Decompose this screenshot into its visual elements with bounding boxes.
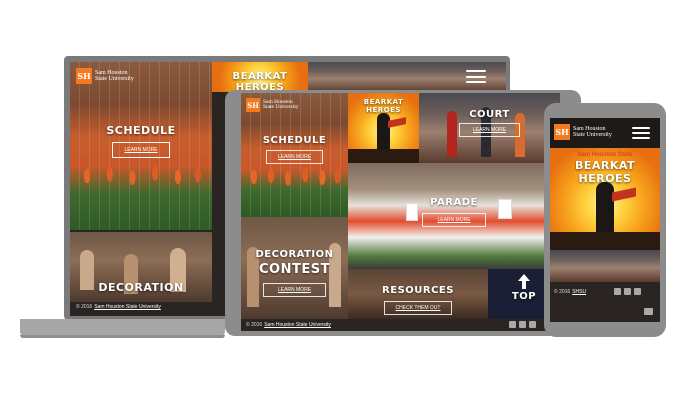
laptop-base-shadow bbox=[20, 335, 225, 338]
tablet-logo-mark: SH bbox=[246, 98, 260, 112]
tablet-tile-court[interactable]: COURT LEARN MORE bbox=[419, 93, 560, 163]
tablet-parade-label: PARADE bbox=[430, 197, 478, 208]
phone-menu-icon[interactable] bbox=[632, 127, 650, 139]
tablet-resources-link[interactable]: CHECK THEM OUT bbox=[396, 305, 441, 311]
tablet-copyright: © 2016 bbox=[246, 322, 263, 328]
tablet-court-label: COURT bbox=[469, 109, 510, 120]
arrow-up-icon bbox=[518, 274, 530, 281]
laptop-footer: © 2016 Sam Houston State University bbox=[76, 302, 161, 312]
tablet-tile-bearkat-heroes[interactable]: BEARKAT HEROES bbox=[348, 93, 419, 163]
laptop-logo-text: Sam Houston State University bbox=[95, 70, 134, 82]
tablet-decoration-link[interactable]: LEARN MORE bbox=[278, 287, 311, 293]
tablet-tile-decoration-contest[interactable]: DECORATION CONTEST LEARN MORE bbox=[241, 217, 348, 319]
city-skyline bbox=[550, 232, 660, 250]
laptop-tile-decoration[interactable]: DECORATION bbox=[70, 232, 212, 302]
tablet-logo[interactable]: SH Sam Houston State University bbox=[246, 98, 299, 112]
tablet-footer-link[interactable]: Sam Houston State University bbox=[264, 322, 331, 328]
tablet-social-links bbox=[509, 321, 536, 328]
logo-line2: State University bbox=[95, 76, 134, 82]
instagram-icon[interactable] bbox=[519, 321, 526, 328]
logo-line2: State University bbox=[573, 132, 612, 138]
phone-social-links bbox=[614, 288, 641, 295]
laptop-copyright: © 2016 bbox=[76, 304, 93, 310]
phone-banner-kicker: Sam Houston State bbox=[577, 152, 633, 158]
twitter-icon[interactable] bbox=[529, 321, 536, 328]
twitter-icon[interactable] bbox=[634, 288, 641, 295]
phone-hero-banner[interactable]: Sam Houston State BEARKAT HEROES bbox=[550, 148, 660, 250]
phone-footer: © 2016 SHSU bbox=[554, 288, 586, 296]
tablet-schedule-link[interactable]: LEARN MORE bbox=[278, 154, 311, 160]
tablet-decoration-label-1: DECORATION bbox=[255, 249, 334, 260]
instagram-icon[interactable] bbox=[624, 288, 631, 295]
tablet-tile-parade[interactable]: PARADE LEARN MORE bbox=[348, 163, 560, 269]
laptop-menu-icon[interactable] bbox=[466, 70, 486, 83]
tablet-resources-label: RESOURCES bbox=[382, 285, 454, 296]
phone-screen: SH Sam Houston State University Sam Hous… bbox=[550, 118, 660, 322]
tablet-screen: SCHEDULE LEARN MORE BEARKAT HEROES COURT… bbox=[241, 93, 560, 331]
tablet-court-link[interactable]: LEARN MORE bbox=[473, 127, 506, 133]
laptop-learn-more-link[interactable]: LEARN MORE bbox=[124, 147, 157, 153]
tablet-decoration-label-2: CONTEST bbox=[259, 262, 330, 277]
laptop-tile-bearkat-heroes[interactable]: BEARKAT HEROES bbox=[212, 62, 308, 92]
tablet-schedule-label: SCHEDULE bbox=[262, 135, 327, 146]
laptop-logo[interactable]: SH Sam Houston State University bbox=[76, 68, 134, 84]
facebook-icon[interactable] bbox=[509, 321, 516, 328]
hero-cape-icon bbox=[388, 117, 406, 128]
tablet-logo-text: Sam Houston State University bbox=[263, 99, 299, 111]
logo-line2: State University bbox=[263, 104, 299, 110]
laptop-logo-mark: SH bbox=[76, 68, 92, 84]
hero-silhouette-icon bbox=[377, 113, 390, 151]
laptop-bearkat-label: BEARKAT HEROES bbox=[232, 71, 288, 92]
tablet-bearkat-label: BEARKAT HEROES bbox=[363, 98, 404, 114]
facebook-icon[interactable] bbox=[614, 288, 621, 295]
laptop-tile-schedule[interactable]: SCHEDULE LEARN MORE bbox=[70, 62, 212, 230]
tablet-footer: © 2016 Sam Houston State University bbox=[246, 320, 331, 330]
phone-copyright: © 2016 bbox=[554, 289, 571, 295]
phone-photo-strip[interactable] bbox=[550, 250, 660, 282]
phone-logo[interactable]: SH Sam Houston State University bbox=[554, 124, 612, 140]
email-icon[interactable] bbox=[644, 308, 653, 315]
tablet-parade-link[interactable]: LEARN MORE bbox=[437, 217, 470, 223]
hero-cape-icon bbox=[612, 187, 636, 202]
phone-logo-mark: SH bbox=[554, 124, 570, 140]
laptop-schedule-label: SCHEDULE bbox=[106, 124, 176, 137]
tablet-tile-resources[interactable]: RESOURCES CHECK THEM OUT bbox=[348, 269, 488, 319]
hero-silhouette-icon bbox=[596, 182, 614, 234]
city-skyline bbox=[348, 149, 419, 163]
laptop-footer-link[interactable]: Sam Houston State University bbox=[94, 304, 161, 310]
arrow-up-stem bbox=[522, 281, 526, 289]
laptop-decoration-label: DECORATION bbox=[98, 281, 184, 294]
phone-footer-link[interactable]: SHSU bbox=[572, 289, 586, 295]
phone-logo-text: Sam Houston State University bbox=[573, 126, 612, 138]
